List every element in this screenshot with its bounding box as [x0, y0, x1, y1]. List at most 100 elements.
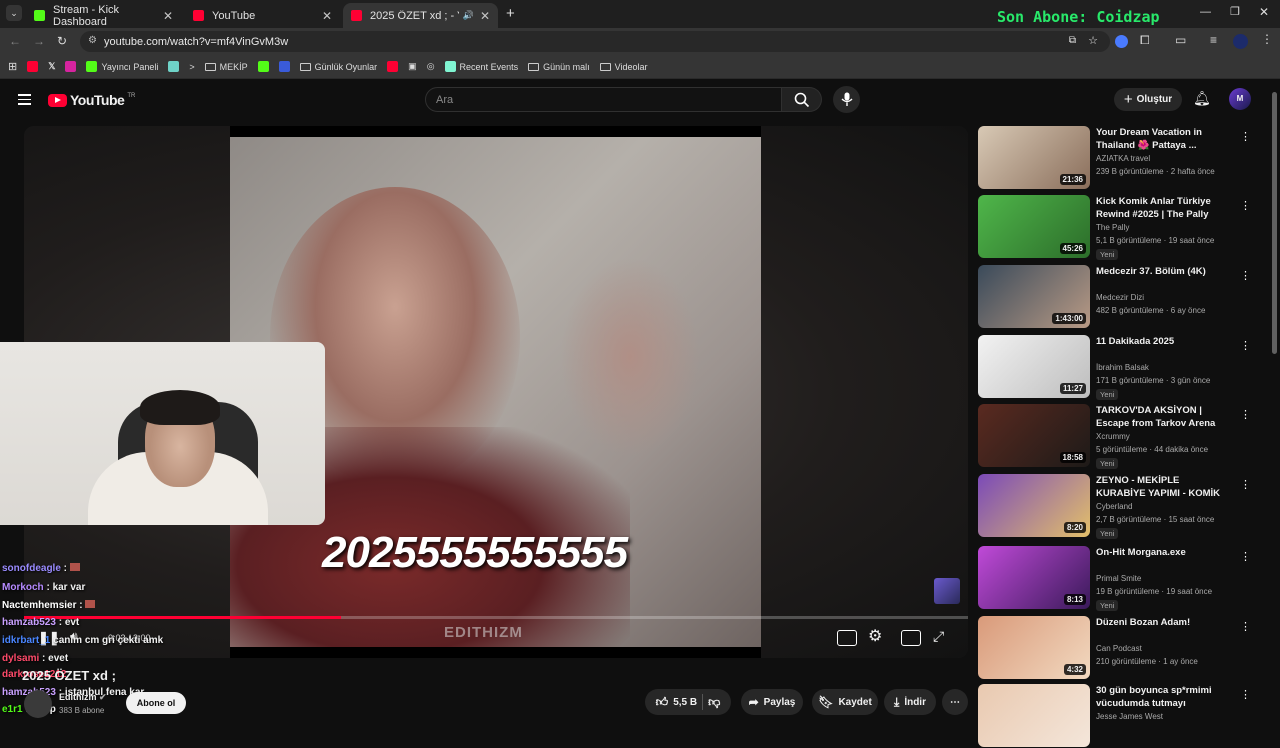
close-tab-icon[interactable]: ✕	[480, 9, 490, 23]
search-button[interactable]	[782, 87, 822, 112]
kebab-menu-icon[interactable]: ⋮	[1240, 339, 1251, 352]
like-button[interactable]: 👍︎ 5,5 B	[656, 695, 697, 710]
kebab-menu-icon[interactable]: ⋮	[1240, 550, 1251, 563]
recommendation-title[interactable]: Medcezir 37. Bölüm (4K)	[1096, 265, 1226, 278]
restore-icon[interactable]: ❐	[1230, 5, 1240, 18]
channel-watermark-thumb[interactable]	[934, 578, 960, 604]
recommendation-title[interactable]: 11 Dakikada 2025	[1096, 335, 1226, 348]
new-tab-button[interactable]: +	[506, 5, 515, 22]
kebab-menu-icon[interactable]: ⋮	[1240, 620, 1251, 633]
bookmark-gunun-mali[interactable]: Günün malı	[528, 62, 590, 72]
youtube-bookmark-icon[interactable]	[27, 61, 39, 72]
miniplayer-icon[interactable]	[901, 630, 921, 646]
search-input[interactable]: Ara	[425, 87, 782, 112]
recommendation-title[interactable]: Kick Komik Anlar Türkiye Rewind #2025 | …	[1096, 195, 1226, 221]
recommendation-thumbnail[interactable]: 4:32	[978, 616, 1090, 679]
tab-youtube-video[interactable]: 2025 ÖZET xd ; - YouTube 🔊 ✕	[343, 3, 498, 28]
recommendation-channel[interactable]: AZIATKA travel	[1096, 154, 1150, 163]
tab-youtube[interactable]: YouTube ✕	[185, 3, 340, 28]
recommendation-card[interactable]: 8:20 ZEYNO - MEKİPLE KURABİYE YAPIMI - KO…	[978, 474, 1251, 539]
globe-bookmark-icon[interactable]: ◎	[427, 61, 435, 72]
bookmark-videolar[interactable]: Videolar	[599, 62, 647, 72]
share-button[interactable]: ➦ Paylaş	[741, 689, 803, 715]
reload-icon[interactable]: ↻	[57, 34, 67, 48]
save-button[interactable]: 🔖︎ Kaydet	[812, 689, 878, 715]
recommendation-card[interactable]: 45:26 Kick Komik Anlar Türkiye Rewind #20…	[978, 195, 1251, 260]
download-button[interactable]: ⤓ İndir	[884, 689, 936, 715]
kebab-menu-icon[interactable]: ⋮	[1240, 688, 1251, 701]
close-tab-icon[interactable]: ✕	[322, 9, 332, 23]
extensions-puzzle-icon[interactable]: ⧠	[1140, 33, 1150, 48]
recommendation-channel[interactable]: Cyberland	[1096, 502, 1132, 511]
scrollbar[interactable]	[1272, 92, 1277, 354]
recommendation-card[interactable]: 8:13 On-Hit Morgana.exe Primal Smite 19 B g…	[978, 546, 1251, 611]
recommendation-card[interactable]: 4:32 Düzeni Bozan Adam! Can Podcast 210 gör…	[978, 616, 1251, 680]
recommendation-thumbnail[interactable]: 45:26	[978, 195, 1090, 258]
bookmark-mekip[interactable]: MEKİP	[204, 62, 248, 72]
image-bookmark-icon[interactable]: ▣	[408, 61, 417, 72]
side-panel-icon[interactable]: ▭	[1175, 33, 1186, 47]
recommendation-card[interactable]: 30 gün boyunca sp*rmimi vücudumda tutmay…	[978, 684, 1251, 748]
bookmark-star-icon[interactable]: ☆	[1088, 34, 1098, 47]
more-actions-button[interactable]: ⋯	[942, 689, 968, 715]
blue-bookmark-icon[interactable]	[278, 61, 290, 72]
browser-menu-icon[interactable]: ⋮	[1261, 32, 1273, 46]
youtube-bookmark-icon[interactable]	[387, 61, 399, 72]
speaker-icon[interactable]: 🔊	[463, 10, 474, 21]
recommendation-thumbnail[interactable]: 8:20	[978, 474, 1090, 537]
recommendation-card[interactable]: 21:36 Your Dream Vacation in Thailand 🌺 P…	[978, 126, 1251, 190]
channel-avatar[interactable]	[24, 690, 52, 718]
recommendation-channel[interactable]: Can Podcast	[1096, 644, 1142, 653]
close-tab-icon[interactable]: ✕	[163, 9, 173, 23]
recommendation-channel[interactable]: İbrahim Balsak	[1096, 363, 1149, 372]
back-icon[interactable]: ←	[9, 34, 21, 48]
close-window-icon[interactable]: ✕	[1259, 5, 1269, 19]
kebab-menu-icon[interactable]: ⋮	[1240, 269, 1251, 282]
minimize-icon[interactable]: —	[1200, 6, 1211, 18]
apps-grid-icon[interactable]: ⊞	[8, 60, 17, 73]
recommendation-channel[interactable]: The Pally	[1096, 223, 1129, 232]
recommendation-card[interactable]: 1:43:00 Medcezir 37. Bölüm (4K) Medcezir D…	[978, 265, 1251, 329]
create-button[interactable]: + Oluştur	[1114, 88, 1182, 111]
install-icon[interactable]: ⧉	[1069, 35, 1076, 46]
recommendation-title[interactable]: Düzeni Bozan Adam!	[1096, 616, 1226, 629]
recommendation-title[interactable]: Your Dream Vacation in Thailand 🌺 Pattay…	[1096, 126, 1226, 152]
recommendation-thumbnail[interactable]: 11:27	[978, 335, 1090, 398]
tab-search-button[interactable]: ⌄	[6, 5, 22, 21]
forward-icon[interactable]: →	[33, 34, 45, 48]
account-avatar[interactable]: M	[1229, 88, 1251, 110]
recommendation-title[interactable]: TARKOV'DA AKSİYON | Escape from Tarkov A…	[1096, 404, 1226, 430]
media-controls-icon[interactable]: ≡	[1210, 33, 1217, 47]
recommendation-thumbnail[interactable]: 21:36	[978, 126, 1090, 189]
recommendation-thumbnail[interactable]: 8:13	[978, 546, 1090, 609]
kebab-menu-icon[interactable]: ⋮	[1240, 478, 1251, 491]
bookmark-yayinci-paneli[interactable]: Yayıncı Paneli	[86, 61, 158, 72]
instagram-bookmark-icon[interactable]	[65, 61, 77, 72]
recommendation-channel[interactable]: Xcrummy	[1096, 432, 1130, 441]
kebab-menu-icon[interactable]: ⋮	[1240, 199, 1251, 212]
bookmark-recent-events[interactable]: Recent Events	[444, 61, 518, 72]
x-bookmark-icon[interactable]: 𝕏	[48, 61, 55, 72]
terminal-bookmark-icon[interactable]: >	[189, 62, 194, 72]
settings-gear-icon[interactable]: ⚙	[868, 626, 882, 646]
recommendation-channel[interactable]: Medcezir Dizi	[1096, 293, 1144, 302]
subscribe-button[interactable]: Abone ol	[126, 692, 186, 714]
recommendation-title[interactable]: ZEYNO - MEKİPLE KURABİYE YAPIMI - KOMİK …	[1096, 474, 1226, 500]
kebab-menu-icon[interactable]: ⋮	[1240, 408, 1251, 421]
tab-kick-dashboard[interactable]: Stream - Kick Dashboard ✕	[26, 3, 181, 28]
recommendation-card[interactable]: 11:27 11 Dakikada 2025 İbrahim Balsak 171 B…	[978, 335, 1251, 400]
dislike-button[interactable]: 👎︎	[708, 695, 720, 710]
fullscreen-icon[interactable]: ⤢	[933, 628, 944, 645]
site-info-icon[interactable]: ⚙	[88, 35, 97, 46]
channel-name[interactable]: Edithizm ✔	[59, 692, 107, 703]
bookmark-gunluk-oyunlar[interactable]: Günlük Oyunlar	[299, 62, 377, 72]
recommendation-thumbnail[interactable]: 18:58	[978, 404, 1090, 467]
voice-search-button[interactable]	[833, 86, 860, 113]
recommendation-thumbnail[interactable]	[978, 684, 1090, 747]
recommendation-card[interactable]: 18:58 TARKOV'DA AKSİYON | Escape from Tar…	[978, 404, 1251, 469]
recommendation-title[interactable]: On-Hit Morgana.exe	[1096, 546, 1226, 559]
youtube-logo[interactable]: YouTube TR	[48, 92, 135, 108]
profile-avatar-icon[interactable]	[1233, 34, 1248, 49]
recommendation-channel[interactable]: Primal Smite	[1096, 574, 1141, 583]
kebab-menu-icon[interactable]: ⋮	[1240, 130, 1251, 143]
